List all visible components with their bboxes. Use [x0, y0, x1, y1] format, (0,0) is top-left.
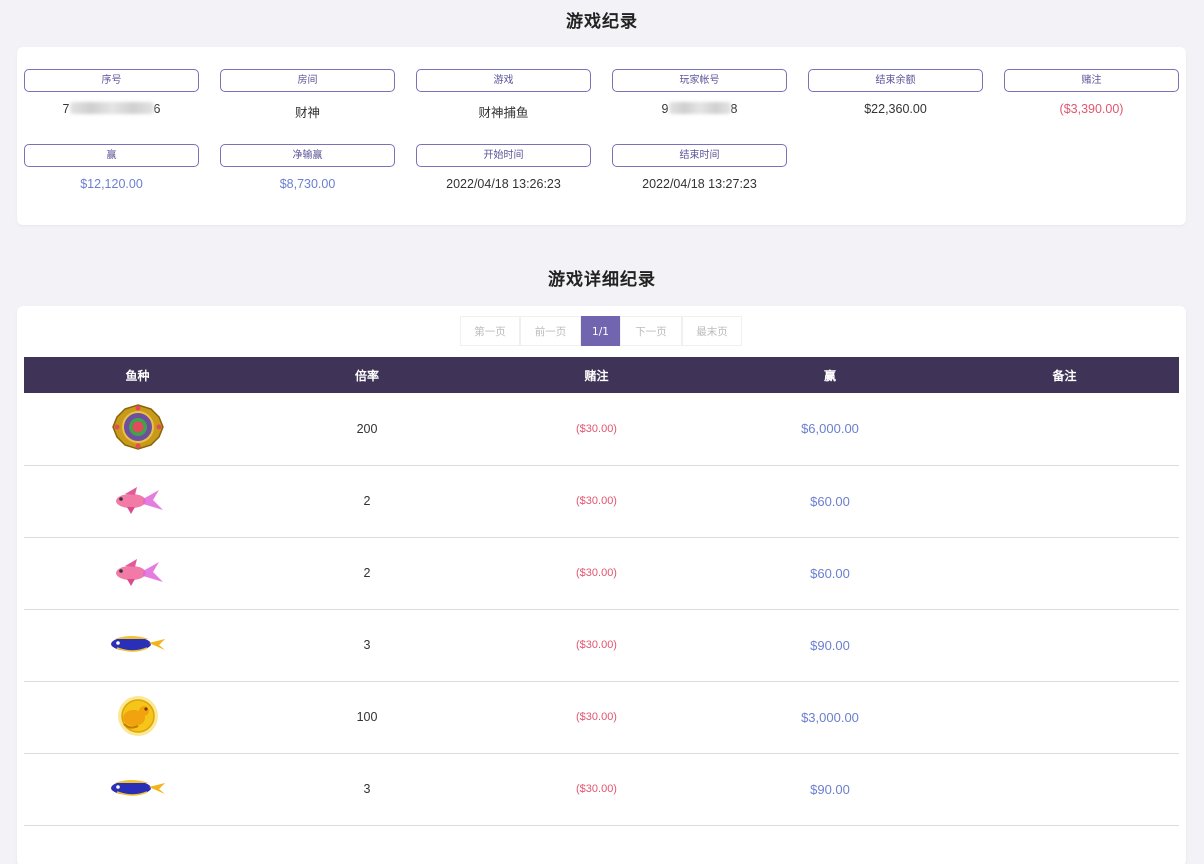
note-cell — [950, 609, 1179, 681]
masked-value — [69, 102, 154, 114]
multiplier-cell: 3 — [363, 782, 371, 796]
multiplier-cell: 3 — [363, 638, 371, 652]
next-page-button[interactable]: 下一页 — [620, 316, 682, 346]
field-label: 序号 — [24, 69, 199, 92]
table-row: 2 ($30.00) $60.00 — [24, 537, 1179, 609]
field-label: 结束时间 — [612, 144, 787, 167]
fish-cell — [24, 537, 251, 609]
fish-cell — [24, 681, 251, 753]
field-net-win: 净输赢 $8,730.00 — [220, 144, 395, 191]
blue-fish-icon — [109, 633, 167, 658]
field-player-account: 玩家帐号 98 — [612, 69, 787, 116]
multiplier-cell: 2 — [363, 566, 371, 580]
field-value: 财神 — [294, 106, 320, 120]
win-cell: $60.00 — [810, 565, 850, 581]
note-cell — [950, 465, 1179, 537]
field-win: 赢 $12,120.00 — [24, 144, 199, 191]
field-value: $22,360.00 — [864, 102, 927, 116]
pagination: 第一页 前一页 1/1 下一页 最末页 — [460, 316, 742, 346]
table-row: 100 ($30.00) $3,000.00 — [24, 681, 1179, 753]
win-cell: $90.00 — [810, 637, 850, 653]
field-label: 房间 — [220, 69, 395, 92]
last-page-button[interactable]: 最末页 — [682, 316, 742, 346]
fish-cell — [24, 465, 251, 537]
note-cell — [950, 753, 1179, 825]
pink-fish-icon — [111, 557, 165, 590]
col-fish-type: 鱼种 — [125, 368, 150, 383]
field-value: $8,730.00 — [279, 177, 336, 191]
field-label: 玩家帐号 — [612, 69, 787, 92]
bet-cell: ($30.00) — [576, 422, 617, 435]
col-bet: 赌注 — [584, 368, 609, 383]
multiplier-cell: 200 — [356, 421, 378, 436]
col-multiplier: 倍率 — [354, 368, 379, 383]
current-page[interactable]: 1/1 — [581, 316, 620, 346]
field-value: 财神捕鱼 — [478, 106, 529, 120]
detail-card: 第一页 前一页 1/1 下一页 最末页 鱼种 倍率 赌注 赢 备注 200 ($… — [17, 306, 1186, 864]
field-label: 游戏 — [416, 69, 591, 92]
summary-card: 序号 76 房间 财神 游戏 财神捕鱼 玩家帐号 98 结束余额 $22,360… — [17, 47, 1186, 225]
multiplier-cell: 2 — [363, 494, 371, 508]
field-end-balance: 结束余额 $22,360.00 — [808, 69, 983, 116]
field-game: 游戏 财神捕鱼 — [416, 69, 591, 121]
note-cell — [950, 681, 1179, 753]
section-title: 游戏详细纪录 — [548, 270, 656, 290]
field-value: 2022/04/18 13:27:23 — [642, 177, 757, 191]
blue-fish-icon — [109, 777, 167, 802]
win-cell: $90.00 — [810, 781, 850, 797]
note-cell — [950, 537, 1179, 609]
win-cell: $60.00 — [810, 493, 850, 509]
field-label: 净输赢 — [220, 144, 395, 167]
table-header-row: 鱼种 倍率 赌注 赢 备注 — [24, 357, 1179, 393]
field-serial: 序号 76 — [24, 69, 199, 116]
table-row: 200 ($30.00) $6,000.00 — [24, 393, 1179, 465]
table-row: 2 ($30.00) $60.00 — [24, 465, 1179, 537]
pink-fish-icon — [111, 485, 165, 518]
masked-value — [668, 102, 731, 114]
first-page-button[interactable]: 第一页 — [460, 316, 520, 346]
golden-medallion-icon — [111, 404, 165, 453]
field-label: 开始时间 — [416, 144, 591, 167]
bet-cell: ($30.00) — [576, 783, 617, 795]
multiplier-cell: 100 — [356, 710, 378, 724]
golden-toad-icon — [110, 694, 166, 741]
field-value: 2022/04/18 13:26:23 — [446, 177, 561, 191]
fish-cell — [24, 609, 251, 681]
col-win: 赢 — [823, 368, 836, 383]
table-row: 3 ($30.00) $90.00 — [24, 753, 1179, 825]
field-label: 赢 — [24, 144, 199, 167]
fish-cell — [24, 753, 251, 825]
col-note: 备注 — [1052, 368, 1077, 383]
field-room: 房间 财神 — [220, 69, 395, 121]
field-label: 赌注 — [1004, 69, 1179, 92]
page-title: 游戏纪录 — [566, 12, 638, 32]
field-value: ($3,390.00) — [1059, 102, 1124, 116]
win-cell: $3,000.00 — [801, 709, 859, 725]
field-start-time: 开始时间 2022/04/18 13:26:23 — [416, 144, 591, 191]
field-end-time: 结束时间 2022/04/18 13:27:23 — [612, 144, 787, 191]
field-value-serial: 76 — [62, 102, 161, 116]
field-bet: 赌注 ($3,390.00) — [1004, 69, 1179, 116]
prev-page-button[interactable]: 前一页 — [520, 316, 581, 346]
bet-cell: ($30.00) — [576, 711, 617, 723]
bet-cell: ($30.00) — [576, 495, 617, 507]
detail-table: 鱼种 倍率 赌注 赢 备注 200 ($30.00) $6,000.00 2 (… — [24, 357, 1179, 826]
fish-cell — [24, 393, 251, 465]
win-cell: $6,000.00 — [801, 421, 859, 437]
field-label: 结束余额 — [808, 69, 983, 92]
note-cell — [950, 393, 1179, 465]
field-value-account: 98 — [661, 102, 738, 116]
bet-cell: ($30.00) — [576, 639, 617, 651]
table-row: 3 ($30.00) $90.00 — [24, 609, 1179, 681]
bet-cell: ($30.00) — [576, 567, 617, 579]
field-value: $12,120.00 — [80, 177, 143, 191]
